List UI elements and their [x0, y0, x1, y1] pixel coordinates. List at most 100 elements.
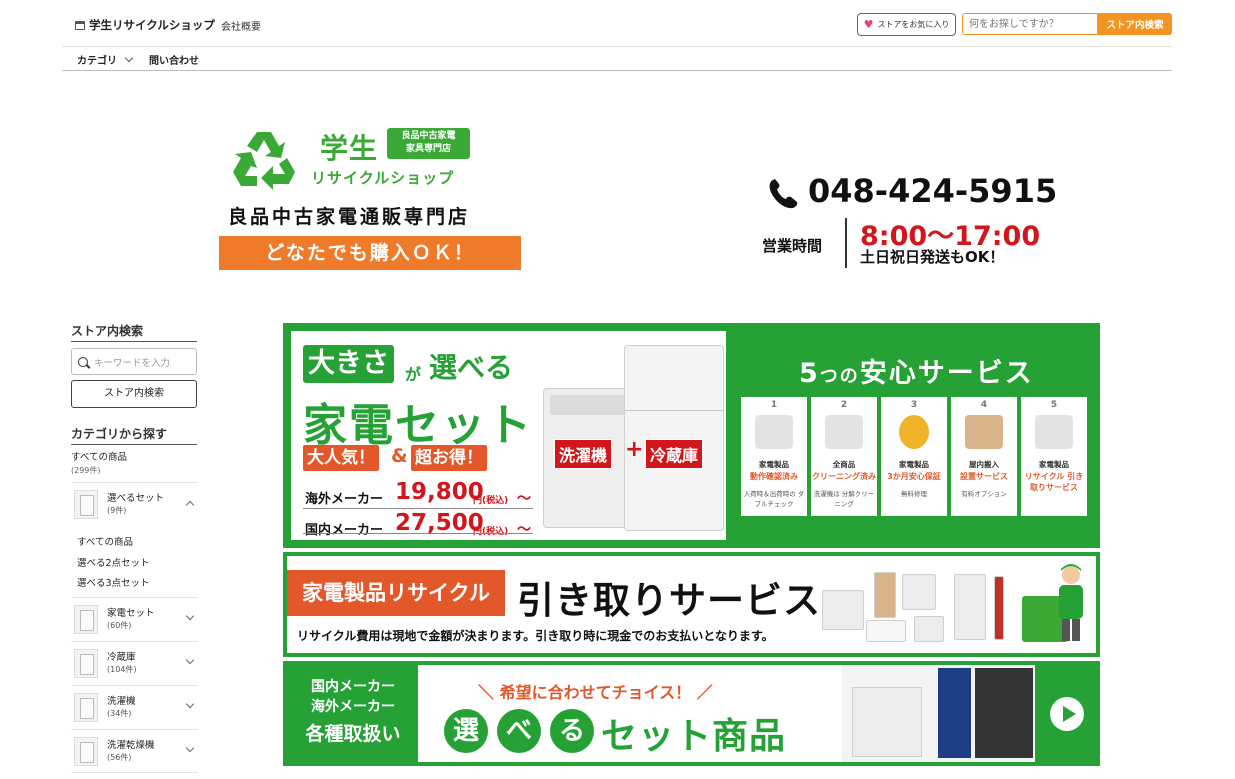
overseas-tilde: 〜	[517, 491, 531, 507]
service-card: 4 屋内搬入 設置サービス 有料オプション	[951, 397, 1017, 516]
overseas-price: 19,800	[395, 479, 484, 505]
nav-category-label: カテゴリ	[77, 56, 117, 67]
category-thumbnail	[74, 605, 98, 634]
chevron-down-icon[interactable]	[185, 611, 195, 621]
category-name: 家電セット	[107, 608, 155, 619]
sidebar-search-placeholder: キーワードを入力	[94, 357, 171, 369]
domestic-tilde: 〜	[517, 522, 531, 538]
service-card: 3 家電製品 3か月安心保証 無料修理	[881, 397, 947, 516]
service-number: 5	[1050, 400, 1058, 410]
service-image	[825, 415, 863, 449]
services-title-no: つの	[819, 366, 860, 387]
sidebar-category-washer-dryer[interactable]: 洗濯乾燥機 (56件)	[71, 729, 198, 773]
warranty-badge-icon	[899, 415, 929, 449]
sidebar-category-washer[interactable]: 洗濯機 (34件)	[71, 685, 198, 729]
all-items-label: すべての商品	[71, 452, 127, 463]
play-icon[interactable]	[1050, 697, 1084, 731]
phone-number: 048-424-5915	[808, 172, 1058, 210]
banner-recycle-pickup[interactable]: 家電製品リサイクル 引き取りサービス リサイクル費用は現地で金額が決まります。引…	[283, 552, 1100, 657]
vacuum-image	[994, 576, 1004, 640]
store-name: 学生リサイクルショップ	[89, 18, 215, 32]
choice-set-panel: ＼ 希望に合わせてチョイス！ ／ 選 べ る セット商品	[418, 665, 842, 762]
banner-appliance-set[interactable]: 大きさ が 選べる 家電セット 大人気！ & 超お得！ 海外メーカー 19,80…	[283, 323, 1100, 548]
service-note: 入荷時＆出荷時の ダブルチェック	[743, 490, 805, 508]
service-number: 4	[980, 400, 988, 410]
maker-all: 各種取扱い	[305, 723, 401, 745]
search-icon	[78, 356, 88, 367]
banner-kaden-set: 家電セット	[303, 400, 533, 451]
store-name-link[interactable]: 学生リサイクルショップ	[75, 17, 215, 33]
banner-tag-deal: 超お得！	[411, 445, 487, 471]
header-search-input[interactable]	[962, 13, 1098, 35]
service-card: 2 全商品 クリーニング済み 洗濯機は 分解クリーニング	[811, 397, 877, 516]
logo-badge-line2: 家具専門店	[405, 144, 451, 154]
chevron-down-icon	[124, 53, 134, 62]
freezer-image	[902, 574, 936, 610]
category-count: (104件)	[107, 665, 137, 674]
chevron-up-icon[interactable]	[185, 500, 195, 510]
service-headline: リサイクル 引き取りサービス	[1024, 472, 1084, 492]
chevron-down-icon[interactable]	[185, 743, 195, 753]
service-number: 2	[840, 400, 848, 410]
overseas-label: 海外メーカー	[305, 492, 384, 507]
banner-size-word: 大きさ	[303, 345, 394, 383]
service-category: 家電製品	[759, 460, 789, 469]
services-title-rest: 安心サービス	[859, 358, 1034, 389]
service-note: 無料修理	[901, 490, 927, 498]
maker-overseas: 海外メーカー	[311, 699, 395, 715]
subcategory-2-set[interactable]: 選べる2点セット	[77, 555, 150, 569]
category-thumbnail	[74, 490, 98, 519]
service-card: 5 家電製品 リサイクル 引き取りサービス	[1021, 397, 1087, 516]
cabinet-image	[874, 572, 896, 618]
sidebar-category-fridge[interactable]: 冷蔵庫 (104件)	[71, 641, 198, 685]
chevron-down-icon[interactable]	[185, 699, 195, 709]
choice-set-photo	[842, 665, 1035, 762]
nav-category-menu[interactable]: カテゴリ	[77, 52, 134, 67]
sidebar-category-appliance-set[interactable]: 家電セット (60件)	[71, 597, 198, 641]
washer-image	[822, 590, 864, 630]
service-headline: 設置サービス	[960, 472, 1008, 481]
banner-amp: &	[391, 445, 408, 467]
subcategory-3-set[interactable]: 選べる3点セット	[77, 575, 150, 589]
services-title: 5つの安心サービス	[799, 351, 1034, 390]
service-headline: 3か月安心保証	[887, 472, 941, 481]
maker-info: 国内メーカー 海外メーカー 各種取扱い	[293, 677, 413, 751]
staff-icon	[1059, 564, 1083, 641]
service-image	[1035, 415, 1073, 449]
favorite-store-label: ストアをお気に入り	[877, 20, 950, 29]
company-info-link[interactable]: 会社概要	[221, 18, 261, 33]
phone-icon	[769, 179, 798, 209]
services-title-num: 5	[799, 358, 820, 389]
subcategory-all[interactable]: すべての商品	[77, 534, 133, 548]
sidebar-all-items[interactable]: すべての商品 (299件)	[71, 451, 127, 477]
header-search-button[interactable]: ストア内検索	[1098, 13, 1172, 35]
service-category: 全商品	[832, 460, 856, 469]
service-note: 有料オプション	[961, 490, 1007, 498]
category-name: 冷蔵庫	[107, 652, 136, 663]
recycle-title: 引き取りサービス	[517, 579, 821, 622]
sidebar-search-input[interactable]: キーワードを入力	[71, 348, 197, 375]
service-image	[755, 415, 793, 449]
category-count: (34件)	[107, 709, 132, 718]
category-thumbnail	[74, 737, 98, 766]
favorite-store-button[interactable]: ♥ ストアをお気に入り	[857, 13, 956, 36]
logo-shop-name: リサイクルショップ	[311, 169, 455, 187]
choice-char-2: べ	[497, 709, 541, 753]
sidebar-search-button[interactable]: ストア内検索	[71, 380, 197, 408]
plus-sign: +	[625, 437, 644, 462]
logo-badge-line1: 良品中古家電	[401, 131, 456, 141]
price-underline	[303, 533, 533, 534]
delivery-icon	[965, 415, 1003, 449]
sidebar-category-selectable-set[interactable]: 選べるセット (9件)	[71, 482, 198, 526]
top-header: 学生リサイクルショップ 会社概要 ♥ ストアをお気に入り ストア内検索	[62, 0, 1172, 47]
overseas-tax: 円(税込)	[473, 496, 509, 506]
recycle-logo-icon	[233, 132, 295, 190]
hours-divider	[845, 218, 847, 268]
nav-contact-link[interactable]: 問い合わせ	[149, 52, 199, 67]
banner-recycle-panel: 家電製品リサイクル 引き取りサービス リサイクル費用は現地で金額が決まります。引…	[287, 556, 1096, 653]
service-note: 洗濯機は 分解クリーニング	[813, 490, 875, 508]
chevron-down-icon[interactable]	[185, 655, 195, 665]
choice-char-3: る	[550, 709, 594, 753]
rice-cooker-image	[914, 616, 944, 642]
banner-choice-set[interactable]: 国内メーカー 海外メーカー 各種取扱い ＼ 希望に合わせてチョイス！ ／ 選 べ…	[283, 661, 1100, 766]
